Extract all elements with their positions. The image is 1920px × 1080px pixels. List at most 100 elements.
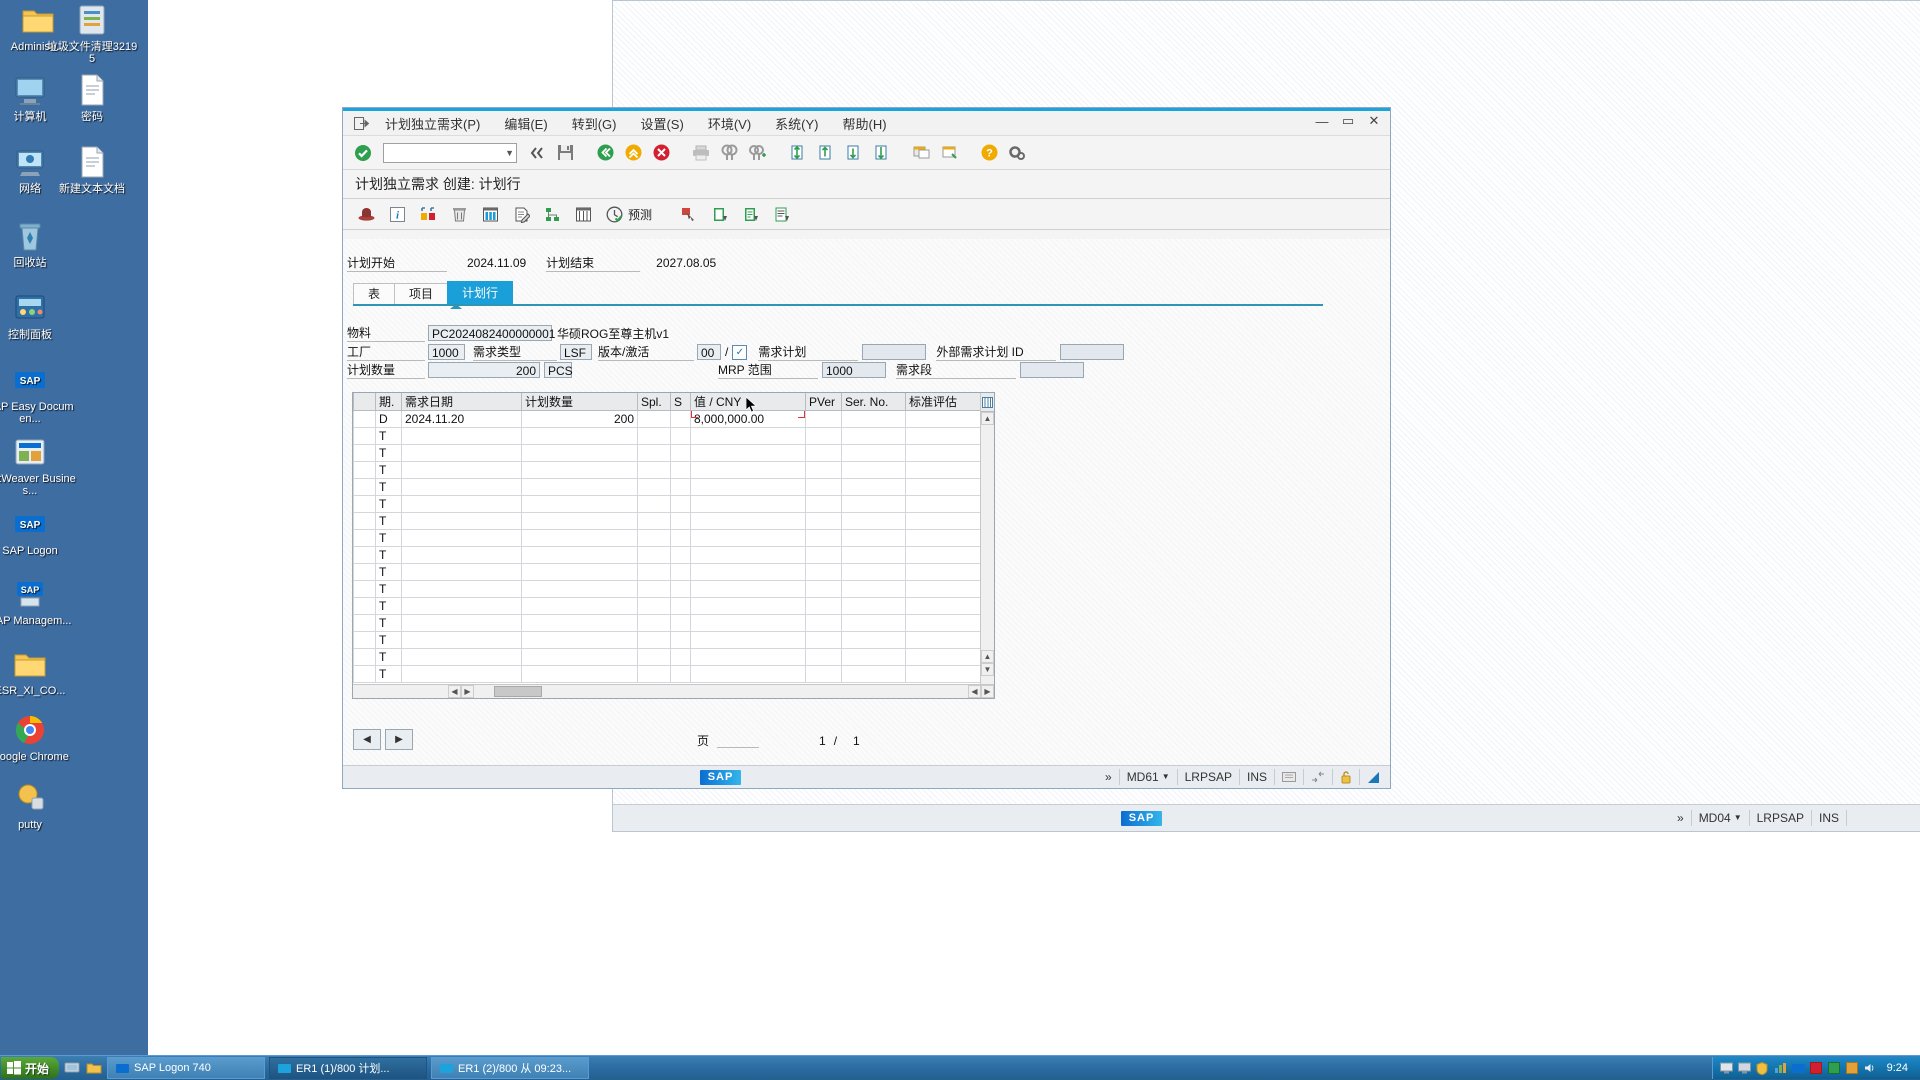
unit-of-measure-field[interactable]: PCS xyxy=(544,362,573,378)
taskbar-item-er1-session2[interactable]: ER1 (2)/800 从 09:23... xyxy=(431,1057,590,1079)
version-active-checkbox[interactable]: ✓ xyxy=(732,344,748,360)
menu-item-requirements[interactable]: 计划独立需求(P) xyxy=(373,114,492,133)
previous-page-button[interactable]: ◀ xyxy=(353,729,381,750)
find-icon[interactable] xyxy=(717,141,741,165)
cell-plan-qty[interactable]: 200 xyxy=(521,410,638,428)
planning-table-icon[interactable] xyxy=(479,203,501,225)
column-header-period[interactable]: 期. xyxy=(375,393,402,411)
desktop-icon-password[interactable]: 密码 xyxy=(46,72,138,123)
bg-status-system[interactable]: MD04 ▼ xyxy=(1692,810,1750,826)
plan-quantity-field[interactable]: 200 xyxy=(428,362,540,378)
back-icon[interactable] xyxy=(593,141,617,165)
tray-shield-icon[interactable] xyxy=(1755,1061,1770,1076)
cell-ser-no[interactable] xyxy=(841,410,906,428)
plan-end-value[interactable]: 2027.08.05 xyxy=(656,256,716,270)
desktop-icon-putty[interactable]: putty xyxy=(0,780,76,831)
column-header-value-cny[interactable]: 值 / CNY xyxy=(690,393,806,411)
help-icon[interactable]: ? xyxy=(977,141,1001,165)
column-header-ser-no[interactable]: Ser. No. xyxy=(841,393,906,411)
customize-local-layout-icon[interactable] xyxy=(1005,141,1029,165)
close-button[interactable]: ✕ xyxy=(1362,112,1386,130)
table-row[interactable]: T xyxy=(353,444,980,462)
quicklaunch-explorer-icon[interactable] xyxy=(61,1058,83,1078)
quicklaunch-folder-icon[interactable] xyxy=(83,1058,105,1078)
table-config-icon[interactable] xyxy=(981,393,994,412)
requirements-plan-field[interactable] xyxy=(862,344,927,360)
mrp-area-field[interactable]: 1000 xyxy=(822,362,886,378)
structure-icon[interactable] xyxy=(541,203,563,225)
totals-icon[interactable] xyxy=(572,203,594,225)
hscroll-far-right-button[interactable]: ▶ xyxy=(981,685,994,698)
create-session-icon[interactable] xyxy=(909,141,933,165)
insert-line-icon[interactable] xyxy=(709,203,731,225)
table-row[interactable]: T xyxy=(353,597,980,615)
desktop-icon-sap-logon[interactable]: SAP SAP Logon xyxy=(0,506,76,557)
menu-item-environment[interactable]: 环境(V) xyxy=(696,114,763,133)
status-lock-icon[interactable] xyxy=(1333,769,1360,785)
save-icon[interactable] xyxy=(553,141,577,165)
details-icon[interactable] xyxy=(771,203,793,225)
status-transaction[interactable]: MD61 ▼ xyxy=(1120,769,1178,785)
table-row[interactable]: T xyxy=(353,631,980,649)
cell-period[interactable]: D xyxy=(375,410,402,428)
tab-schedule-lines[interactable]: 计划行 xyxy=(447,281,514,304)
next-page-icon[interactable] xyxy=(841,141,865,165)
tray-monitor2-icon[interactable] xyxy=(1737,1061,1752,1076)
desktop-icon-recycle-bin[interactable]: 回收站 xyxy=(0,218,76,269)
table-row[interactable]: T xyxy=(353,512,980,530)
delete-icon[interactable] xyxy=(448,203,470,225)
taskbar-item-sap-logon[interactable]: SAP Logon 740 xyxy=(107,1057,266,1079)
select-block-icon[interactable] xyxy=(678,203,700,225)
tab-table[interactable]: 表 xyxy=(353,283,396,304)
hscroll-right-button[interactable]: ▶ xyxy=(461,685,474,698)
table-row[interactable]: T xyxy=(353,665,980,683)
table-row[interactable]: T xyxy=(353,529,980,547)
prev-page-icon[interactable] xyxy=(813,141,837,165)
tray-red-icon[interactable] xyxy=(1809,1061,1824,1076)
info-icon[interactable]: i xyxy=(386,203,408,225)
table-row[interactable]: T xyxy=(353,495,980,513)
table-row[interactable]: T xyxy=(353,614,980,632)
next-page-button[interactable]: ▶ xyxy=(385,729,413,750)
tray-green-icon[interactable] xyxy=(1827,1061,1842,1076)
first-page-icon[interactable] xyxy=(785,141,809,165)
desktop-icon-netweaver-business[interactable]: NetWeaver Busines... xyxy=(0,434,76,497)
hat-icon[interactable] xyxy=(355,203,377,225)
desktop-icon-sap-easy-document[interactable]: SAP SAP Easy Documen... xyxy=(0,362,76,425)
table-row[interactable]: T xyxy=(353,648,980,666)
material-field[interactable]: PC2024082400000001 xyxy=(428,325,555,341)
edit-document-icon[interactable] xyxy=(510,203,532,225)
taskbar-clock[interactable]: 9:24 xyxy=(1881,1062,1914,1074)
scroll-up-button[interactable]: ▲ xyxy=(981,412,994,425)
print-icon[interactable] xyxy=(689,141,713,165)
exit-icon[interactable] xyxy=(621,141,645,165)
table-row[interactable]: D 2024.11.20 200 8,000,000.00 ✓ xyxy=(353,410,980,428)
table-row[interactable]: T xyxy=(353,427,980,445)
bg-status-chevron[interactable]: » xyxy=(1670,810,1692,826)
desktop-icon-google-chrome[interactable]: Google Chrome xyxy=(0,712,76,763)
column-header-req-date[interactable]: 需求日期 xyxy=(401,393,522,411)
cell-req-date[interactable]: 2024.11.20 xyxy=(401,410,522,428)
hscroll-thumb[interactable] xyxy=(494,686,542,697)
tab-items[interactable]: 项目 xyxy=(394,283,449,304)
table-horizontal-scrollbar[interactable]: ◀ ▶ ◀ ▶ xyxy=(353,684,994,698)
hscroll-left-button[interactable]: ◀ xyxy=(448,685,461,698)
select-all-items-icon[interactable] xyxy=(417,203,439,225)
column-header-std-eval[interactable]: 标准评估 xyxy=(905,393,980,411)
delete-line-icon[interactable] xyxy=(740,203,762,225)
scroll-page-down-button[interactable]: ▼ xyxy=(981,663,994,676)
version-field[interactable]: 00 xyxy=(697,344,721,360)
tray-orange-icon[interactable] xyxy=(1845,1061,1860,1076)
cell-std-eval[interactable] xyxy=(905,410,980,428)
taskbar-item-er1-session1[interactable]: ER1 (1)/800 计划... xyxy=(269,1057,428,1079)
menu-item-edit[interactable]: 编辑(E) xyxy=(492,114,559,133)
minimize-button[interactable]: — xyxy=(1310,112,1334,130)
tray-sap-icon[interactable] xyxy=(1791,1061,1806,1076)
find-next-icon[interactable] xyxy=(745,141,769,165)
status-server-icon[interactable] xyxy=(1275,769,1304,785)
collapse-double-left-icon[interactable] xyxy=(525,141,549,165)
table-row[interactable]: T xyxy=(353,546,980,564)
row-marker[interactable] xyxy=(353,410,376,428)
column-header-pver[interactable]: PVer xyxy=(805,393,842,411)
cell-pver[interactable] xyxy=(805,410,842,428)
